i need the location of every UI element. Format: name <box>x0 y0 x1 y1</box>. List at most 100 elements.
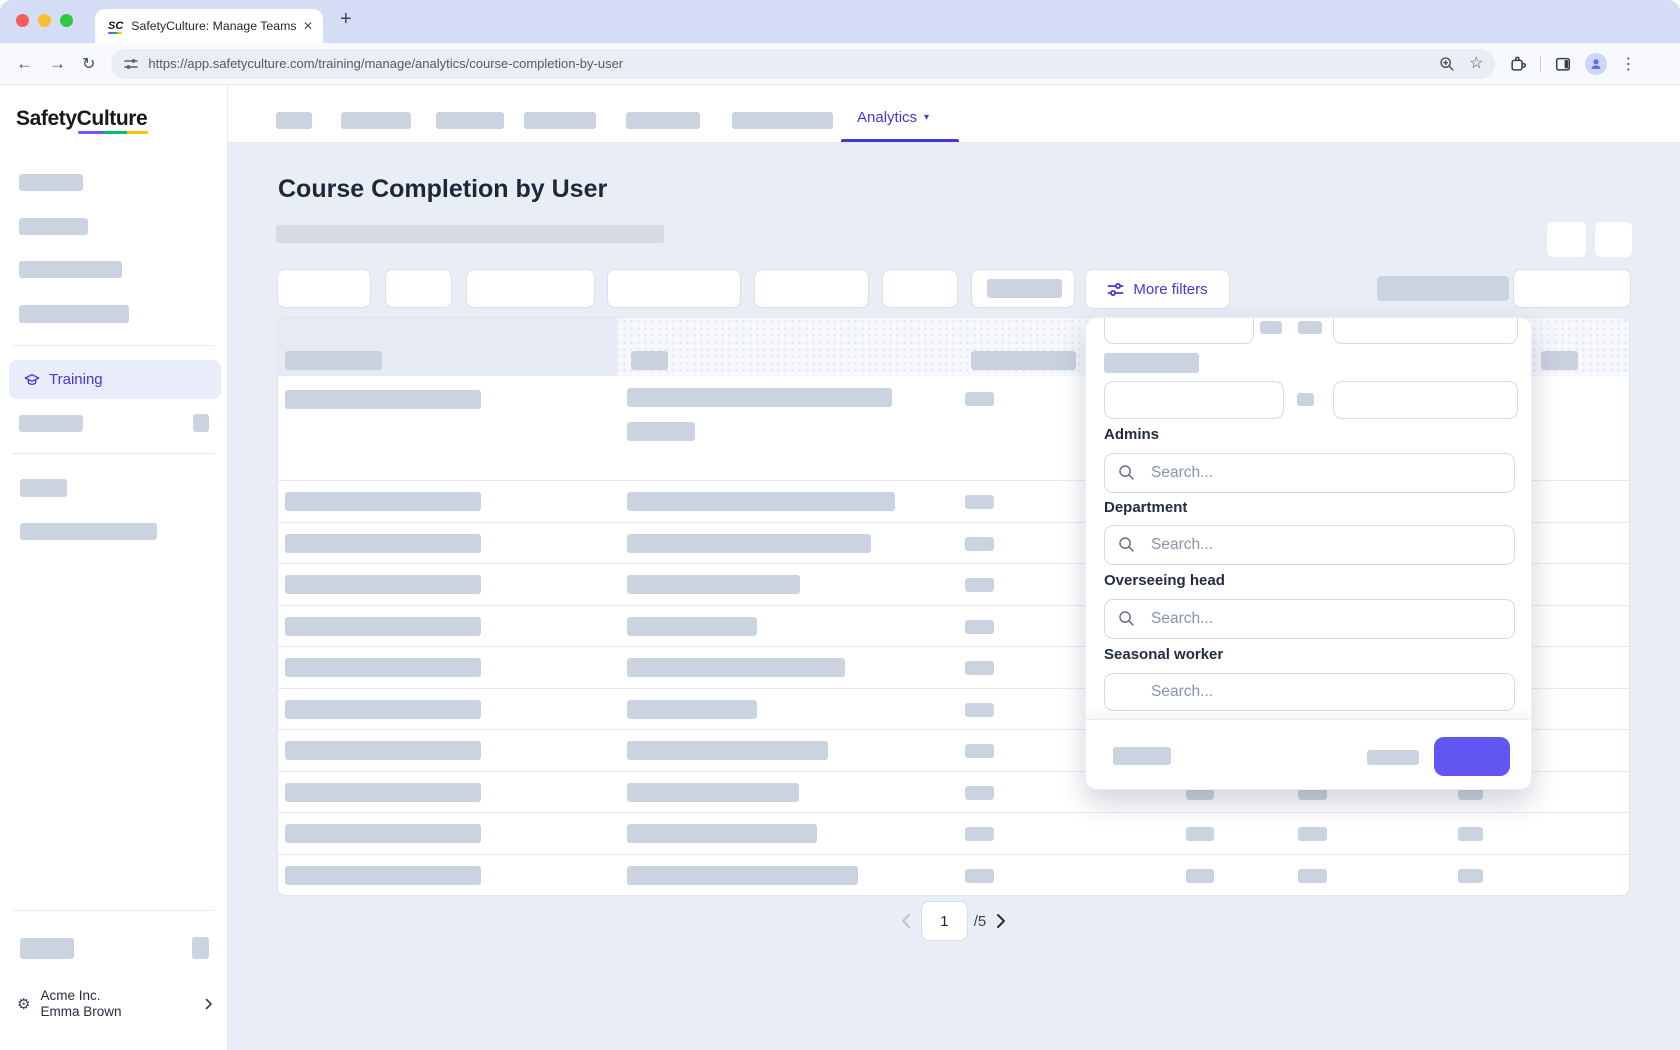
reload-icon[interactable]: ↻ <box>82 54 95 74</box>
date-from-input[interactable] <box>1104 317 1254 344</box>
cell-skeleton <box>285 866 481 885</box>
footer-skeleton <box>1367 750 1419 765</box>
header-skeleton <box>1541 351 1578 370</box>
site-settings-icon[interactable] <box>123 56 139 72</box>
browser-tab[interactable]: SC SafetyCulture: Manage Teams and... ✕ <box>95 9 323 43</box>
search-icon <box>1118 610 1135 627</box>
sidebar-skeleton-item <box>20 479 67 497</box>
previous-page-icon[interactable] <box>901 913 911 929</box>
cell-skeleton <box>285 741 481 760</box>
cell-skeleton <box>627 741 828 760</box>
toolbar-divider <box>1540 56 1541 72</box>
overseeing-head-search <box>1104 599 1515 639</box>
close-window-button[interactable] <box>16 14 29 27</box>
cell-skeleton <box>627 617 757 636</box>
popover-skeleton <box>1260 321 1282 334</box>
apply-button[interactable] <box>1434 737 1510 776</box>
filter-section-label: Seasonal worker <box>1104 646 1223 663</box>
overseeing-head-search-input[interactable] <box>1104 599 1515 639</box>
page-total: /5 <box>974 913 987 930</box>
current-page: 1 <box>940 913 948 930</box>
cell-skeleton <box>285 783 481 802</box>
nav-skeleton-tab <box>341 112 411 129</box>
filter-chip[interactable] <box>1513 269 1631 308</box>
filter-chip[interactable] <box>754 269 869 308</box>
forward-icon[interactable]: → <box>49 54 66 74</box>
maximize-window-button[interactable] <box>60 14 73 27</box>
filter-chip[interactable] <box>607 269 741 308</box>
icon-button-skeleton[interactable] <box>1595 222 1632 257</box>
range-end-input[interactable] <box>1333 381 1518 419</box>
chip-skeleton <box>987 279 1062 298</box>
next-page-icon[interactable] <box>996 913 1006 929</box>
sidebar-divider <box>12 910 215 911</box>
org-switcher[interactable]: ⚙ Acme Inc. Emma Brown <box>0 978 227 1030</box>
browser-toolbar: ← → ↻ https://app.safetyculture.com/trai… <box>0 43 1680 85</box>
cell-skeleton <box>627 575 800 594</box>
minimize-window-button[interactable] <box>38 14 51 27</box>
cell-skeleton <box>1298 827 1327 841</box>
profile-avatar[interactable] <box>1585 53 1607 75</box>
sidebar-item-training[interactable]: Training <box>9 360 221 399</box>
side-panel-icon[interactable] <box>1554 55 1572 73</box>
nav-skeleton-tab <box>626 112 700 129</box>
filter-chip[interactable] <box>385 269 452 308</box>
main-content: Analytics ▾ Course Completion by User <box>228 85 1680 1050</box>
table-row[interactable] <box>278 812 1629 854</box>
cell-skeleton <box>285 575 481 594</box>
zoom-icon[interactable] <box>1439 56 1455 72</box>
filter-chip[interactable] <box>971 269 1075 308</box>
safetyculture-favicon-icon: SC <box>108 20 123 32</box>
cell-skeleton <box>627 866 858 885</box>
header-skeleton <box>631 351 668 370</box>
browser-menu-icon[interactable]: ⋮ <box>1620 54 1636 74</box>
department-search <box>1104 525 1515 565</box>
person-icon <box>1589 57 1603 71</box>
logo-safety: Safety <box>16 107 77 130</box>
cell-skeleton <box>965 827 994 841</box>
department-search-input[interactable] <box>1104 525 1515 565</box>
url-text[interactable]: https://app.safetyculture.com/training/m… <box>148 56 1439 71</box>
filter-section-label: Department <box>1104 499 1187 516</box>
icon-button-skeleton[interactable] <box>1547 222 1586 257</box>
cell-skeleton <box>285 492 481 511</box>
filter-chip[interactable] <box>277 269 371 308</box>
filter-section-label: Overseeing head <box>1104 572 1225 589</box>
filter-chip[interactable] <box>882 269 958 308</box>
extensions-icon[interactable] <box>1509 55 1527 73</box>
table-row[interactable] <box>278 854 1629 896</box>
back-icon[interactable]: ← <box>16 54 33 74</box>
popover-skeleton <box>1298 321 1322 334</box>
more-filters-label: More filters <box>1133 281 1207 298</box>
new-tab-button[interactable]: + <box>340 8 352 31</box>
cell-skeleton <box>285 617 481 636</box>
tab-close-icon[interactable]: ✕ <box>303 19 313 33</box>
sidebar-skeleton-item <box>19 261 122 278</box>
sidebar-item-label: Training <box>49 371 103 388</box>
seasonal-worker-search <box>1104 673 1515 711</box>
cell-skeleton <box>627 388 892 407</box>
sidebar-divider <box>12 345 215 346</box>
header-skeleton <box>285 351 382 370</box>
tab-analytics[interactable]: Analytics ▾ <box>857 109 929 126</box>
bookmark-star-icon[interactable]: ☆ <box>1469 56 1483 72</box>
cell-skeleton <box>1298 869 1327 883</box>
date-to-input[interactable] <box>1333 317 1518 344</box>
admins-search-input[interactable] <box>1104 453 1515 493</box>
more-filters-button[interactable]: More filters <box>1085 269 1230 309</box>
popover-skeleton <box>1297 393 1314 406</box>
cell-skeleton <box>1186 827 1214 841</box>
more-filters-popover: Admins Department Overseeing head Season… <box>1085 317 1532 790</box>
filter-chip[interactable] <box>466 269 595 308</box>
popover-label-skeleton <box>1104 353 1199 373</box>
cell-skeleton <box>965 786 994 800</box>
cell-skeleton <box>285 390 481 409</box>
cell-skeleton <box>627 700 757 719</box>
current-page-box[interactable]: 1 <box>921 901 968 941</box>
sidebar-skeleton-item <box>19 174 83 191</box>
seasonal-worker-search-input[interactable] <box>1104 673 1515 711</box>
address-bar[interactable]: https://app.safetyculture.com/training/m… <box>111 49 1495 79</box>
range-start-input[interactable] <box>1104 381 1284 419</box>
active-tab-indicator <box>841 139 959 142</box>
sidebar-skeleton-chevron <box>192 937 209 959</box>
